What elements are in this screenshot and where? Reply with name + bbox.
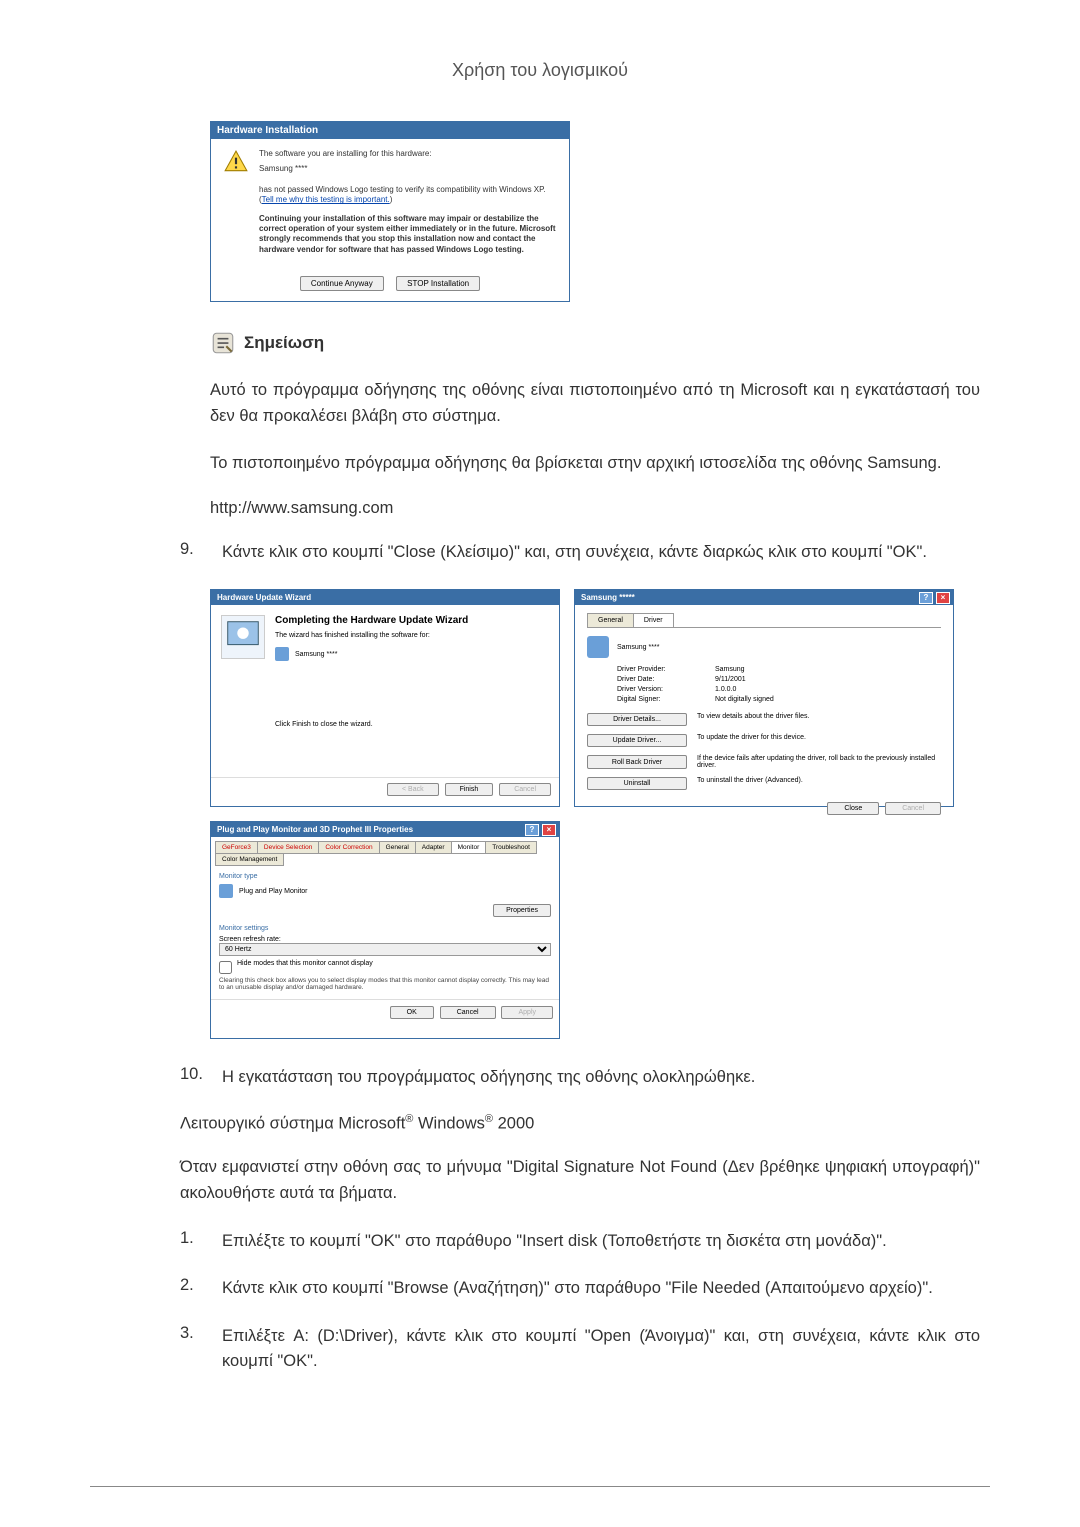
- wizard-finish-line: Click Finish to close the wizard.: [275, 721, 549, 728]
- tab-driver[interactable]: Driver: [633, 613, 674, 627]
- driver-version-value: 1.0.0.0: [715, 686, 941, 693]
- step-text: Επιλέξτε A: (D:\Driver), κάντε κλικ στο …: [222, 1324, 980, 1375]
- tab-color-management[interactable]: Color Management: [215, 853, 284, 866]
- hardware-installation-dialog: Hardware Installation The software you a…: [210, 121, 570, 302]
- step-9: 9. Κάντε κλικ στο κουμπί "Close (Κλείσιμ…: [180, 540, 980, 566]
- back-button[interactable]: < Back: [387, 783, 439, 796]
- step-10: 10. Η εγκατάσταση του προγράμματος οδήγη…: [180, 1065, 980, 1091]
- driver-details-desc: To view details about the driver files.: [697, 713, 941, 726]
- hide-modes-label: Hide modes that this monitor cannot disp…: [237, 960, 373, 967]
- update-driver-button[interactable]: Update Driver...: [587, 734, 687, 747]
- driver-version-label: Driver Version:: [617, 686, 707, 693]
- wizard-icon: [221, 615, 265, 659]
- note-icon: [210, 330, 236, 356]
- monitor-icon: [275, 647, 289, 661]
- monitor-type-label: Monitor type: [219, 873, 551, 880]
- step-text: Κάντε κλικ στο κουμπί "Close (Κλείσιμο)"…: [222, 540, 980, 566]
- digital-signer-label: Digital Signer:: [617, 696, 707, 703]
- help-icon[interactable]: ?: [919, 592, 933, 604]
- tab-adapter[interactable]: Adapter: [415, 841, 452, 854]
- driver-date-label: Driver Date:: [617, 676, 707, 683]
- roll-back-driver-button[interactable]: Roll Back Driver: [587, 755, 687, 769]
- hide-modes-checkbox[interactable]: [219, 961, 232, 974]
- close-button[interactable]: Close: [827, 802, 879, 815]
- paragraph-2: Το πιστοποιημένο πρόγραμμα οδήγησης θα β…: [210, 451, 980, 477]
- paragraph-3: Όταν εμφανιστεί στην οθόνη σας το μήνυμα…: [180, 1155, 980, 1206]
- close-icon[interactable]: ×: [936, 592, 950, 604]
- continue-anyway-button[interactable]: Continue Anyway: [300, 276, 384, 291]
- apply-button[interactable]: Apply: [501, 1006, 553, 1019]
- driver-date-value: 9/11/2001: [715, 676, 941, 683]
- cancel-button[interactable]: Cancel: [499, 783, 551, 796]
- wizard-line-1: The wizard has finished installing the s…: [275, 632, 549, 639]
- tell-me-why-link[interactable]: Tell me why this testing is important.: [262, 195, 390, 204]
- paragraph-1: Αυτό το πρόγραμμα οδήγησης της οθόνης εί…: [210, 378, 980, 429]
- step-number: 9.: [180, 540, 202, 566]
- hardware-update-wizard-dialog: Hardware Update Wizard Completing the Ha…: [210, 589, 560, 807]
- dialog-body-text: The software you are installing for this…: [259, 149, 557, 255]
- properties-button[interactable]: Properties: [493, 904, 551, 917]
- wizard-device-name: Samsung ****: [295, 651, 337, 658]
- step-3: 3. Επιλέξτε A: (D:\Driver), κάντε κλικ σ…: [180, 1324, 980, 1375]
- uninstall-desc: To uninstall the driver (Advanced).: [697, 777, 941, 790]
- monitor-properties-dialog: Plug and Play Monitor and 3D Prophet III…: [210, 821, 560, 1039]
- note-row: Σημείωση: [210, 330, 990, 356]
- step-1: 1. Επιλέξτε το κουμπί "OK" στο παράθυρο …: [180, 1229, 980, 1255]
- ok-button[interactable]: OK: [390, 1006, 434, 1019]
- tab-color-correction[interactable]: Color Correction: [318, 841, 379, 854]
- dialog-title: Samsung ***** ? ×: [575, 590, 953, 605]
- help-icon[interactable]: ?: [525, 824, 539, 836]
- warning-icon: [223, 149, 249, 175]
- dialog-title: Hardware Update Wizard: [211, 590, 559, 605]
- driver-provider-value: Samsung: [715, 666, 941, 673]
- refresh-rate-select[interactable]: 60 Hertz: [219, 943, 551, 956]
- step-number: 10.: [180, 1065, 202, 1091]
- driver-properties-dialog: Samsung ***** ? × General Driver Samsung…: [574, 589, 954, 807]
- step-text: Επιλέξτε το κουμπί "OK" στο παράθυρο "In…: [222, 1229, 980, 1255]
- wizard-heading: Completing the Hardware Update Wizard: [275, 615, 549, 626]
- tab-troubleshoot[interactable]: Troubleshoot: [485, 841, 537, 854]
- cancel-button[interactable]: Cancel: [885, 802, 941, 815]
- dialog-title: Hardware Installation: [211, 122, 569, 139]
- update-driver-desc: To update the driver for this device.: [697, 734, 941, 747]
- tab-monitor[interactable]: Monitor: [451, 841, 487, 854]
- monitor-icon: [587, 636, 609, 658]
- monitor-type-name: Plug and Play Monitor: [239, 888, 307, 895]
- cancel-button[interactable]: Cancel: [440, 1006, 496, 1019]
- step-2: 2. Κάντε κλικ στο κουμπί "Browse (Αναζήτ…: [180, 1276, 980, 1302]
- stop-installation-button[interactable]: STOP Installation: [396, 276, 480, 291]
- step-number: 1.: [180, 1229, 202, 1255]
- step-number: 2.: [180, 1276, 202, 1302]
- close-icon[interactable]: ×: [542, 824, 556, 836]
- os-label: Λειτουργικό σύστημα Microsoft® Windows® …: [180, 1113, 990, 1134]
- step-text: Η εγκατάσταση του προγράμματος οδήγησης …: [222, 1065, 980, 1091]
- samsung-url: http://www.samsung.com: [210, 499, 990, 518]
- note-label: Σημείωση: [244, 333, 324, 353]
- driver-details-button[interactable]: Driver Details...: [587, 713, 687, 726]
- monitor-icon: [219, 884, 233, 898]
- hide-modes-desc: Clearing this check box allows you to se…: [219, 977, 551, 991]
- step-number: 3.: [180, 1324, 202, 1375]
- driver-device-name: Samsung ****: [617, 644, 659, 651]
- uninstall-button[interactable]: Uninstall: [587, 777, 687, 790]
- finish-button[interactable]: Finish: [445, 783, 494, 796]
- page-header: Χρήση του λογισμικού: [90, 60, 990, 81]
- step-text: Κάντε κλικ στο κουμπί "Browse (Αναζήτηση…: [222, 1276, 980, 1302]
- footer-rule: [90, 1486, 990, 1487]
- roll-back-driver-desc: If the device fails after updating the d…: [697, 755, 941, 769]
- tab-general[interactable]: General: [379, 841, 416, 854]
- tab-general[interactable]: General: [587, 613, 634, 627]
- monitor-settings-label: Monitor settings: [219, 925, 551, 932]
- refresh-rate-label: Screen refresh rate:: [219, 936, 551, 943]
- driver-provider-label: Driver Provider:: [617, 666, 707, 673]
- digital-signer-value: Not digitally signed: [715, 696, 941, 703]
- dialog-title: Plug and Play Monitor and 3D Prophet III…: [211, 822, 559, 837]
